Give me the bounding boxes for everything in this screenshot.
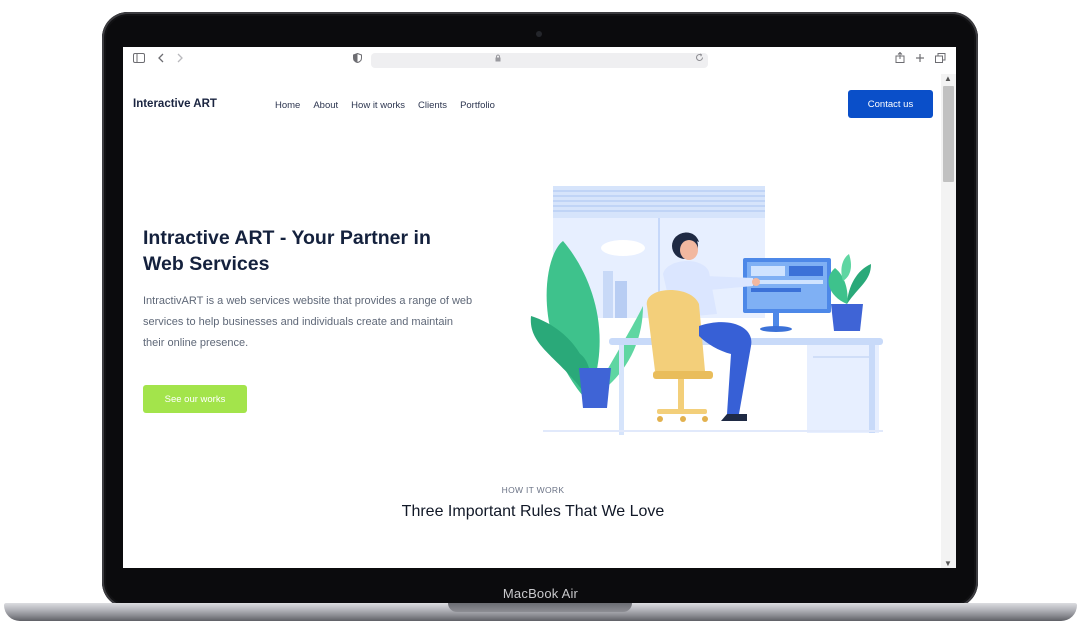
hero-illustration <box>530 186 883 435</box>
see-our-works-button[interactable]: See our works <box>143 385 247 413</box>
section-kicker: HOW IT WORK <box>501 485 565 495</box>
device-label: MacBook Air <box>502 586 579 601</box>
browser-window: Interactive ART Home About How it works … <box>123 47 956 568</box>
hero-description: IntractivART is a web services website t… <box>143 295 473 349</box>
nav-item-clients[interactable]: Clients <box>418 100 447 111</box>
lock-icon <box>495 54 501 64</box>
browser-toolbar <box>123 47 956 74</box>
share-icon[interactable] <box>895 51 905 68</box>
plus-icon[interactable] <box>915 52 925 68</box>
shield-icon[interactable] <box>353 52 362 68</box>
sidebar-icon[interactable] <box>133 52 145 68</box>
nav-item-how-it-works[interactable]: How it works <box>351 100 405 111</box>
section-title: Three Important Rules That We Love <box>401 503 665 520</box>
address-bar[interactable] <box>371 53 708 68</box>
camera-icon <box>536 31 542 37</box>
page-scrollbar[interactable]: ▲ ▼ <box>941 74 956 568</box>
web-page: Interactive ART Home About How it works … <box>123 74 941 568</box>
forward-icon[interactable] <box>176 52 184 68</box>
nav-item-portfolio[interactable]: Portfolio <box>460 100 495 111</box>
tabs-icon[interactable] <box>935 52 946 68</box>
contact-us-button[interactable]: Contact us <box>848 90 933 118</box>
scroll-up-icon[interactable]: ▲ <box>944 74 952 83</box>
laptop-notch <box>448 603 632 612</box>
site-logo[interactable]: Interactive ART <box>133 98 217 110</box>
scroll-down-icon[interactable]: ▼ <box>944 559 952 568</box>
scrollbar-thumb[interactable] <box>943 86 954 182</box>
main-nav: Home About How it works Clients Portfoli… <box>275 100 508 111</box>
nav-item-about[interactable]: About <box>313 100 338 111</box>
hero-title: Intractive ART - Your Partner in Web Ser… <box>143 227 431 275</box>
back-icon[interactable] <box>157 52 165 68</box>
nav-item-home[interactable]: Home <box>275 100 300 111</box>
reload-icon[interactable] <box>695 53 704 64</box>
